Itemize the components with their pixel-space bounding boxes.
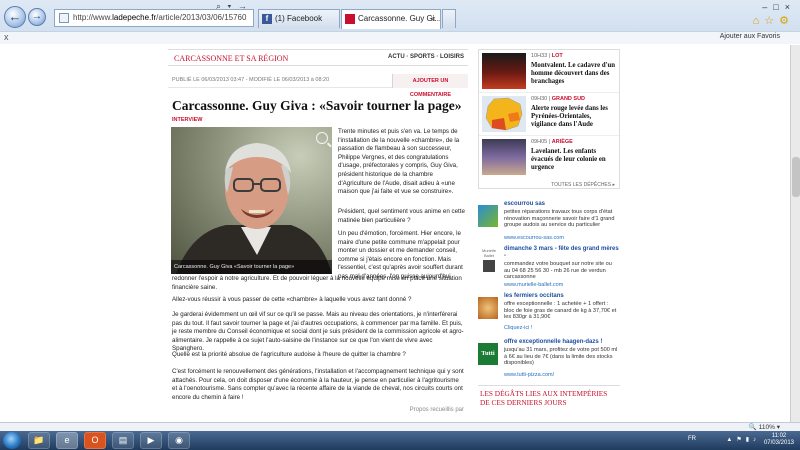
news-item[interactable]: 10H33 | LOT Montvalent. Le cadavre d'un …	[479, 50, 619, 93]
publish-date: PUBLIÉ LE 06/03/2013 03:47 - MODIFIÉ LE …	[172, 77, 330, 83]
article-photo[interactable]: Carcassonne. Guy Giva «Savoir tourner la…	[171, 127, 332, 274]
news-item[interactable]: 09H30 | GRAND SUD Alerte rouge levée dan…	[479, 93, 619, 136]
ad-url[interactable]: www.murielle-ballet.com	[504, 282, 563, 288]
section-bar: CARCASSONNE ET SA RÉGION ACTU · SPORTS ·…	[168, 49, 468, 66]
escourrou-logo	[478, 205, 498, 227]
ad-text: commandez votre bouquet sur notre site o…	[504, 261, 612, 281]
page-content: CARCASSONNE ET SA RÉGION ACTU · SPORTS ·…	[0, 45, 790, 422]
france-map-icon	[485, 97, 523, 131]
taskbar: 📁 e O ▤ ▶ ◉ FR ▲⚑▮♪ 11:02 07/03/2013	[0, 431, 800, 450]
tab-facebook[interactable]: f (1) Facebook	[258, 9, 340, 28]
ad-title[interactable]: offre exceptionnelle haagen-dazs !	[504, 339, 602, 345]
promo-box[interactable]: LES DÉGÂTS LIES AUX INTEMPÉRIES DE CES D…	[478, 385, 620, 422]
tab-carcassonne[interactable]: Carcassonne. Guy Gi... ×	[341, 9, 441, 29]
back-button[interactable]: ←	[4, 6, 26, 28]
photo-caption: Carcassonne. Guy Giva «Savoir tourner la…	[171, 260, 332, 274]
news-item[interactable]: 09H05 | ARIÈGE Lavelanet. Les enfants év…	[479, 136, 619, 179]
vertical-scrollbar[interactable]	[790, 45, 800, 422]
ad-murielle-ballet[interactable]: Murielle Ballet dimanche 3 mars - fête d…	[478, 246, 620, 290]
app-icon[interactable]: ◉	[168, 432, 190, 449]
tab-label: Carcassonne. Guy Gi...	[358, 14, 441, 23]
section-title[interactable]: CARCASSONNE ET SA RÉGION	[174, 54, 288, 63]
new-tab-button[interactable]	[442, 9, 456, 28]
article-headline: Carcassonne. Guy Giva : «Savoir tourner …	[172, 98, 462, 113]
promo-title[interactable]: LES DÉGÂTS LIES AUX INTEMPÉRIES DE CES D…	[480, 389, 618, 407]
question-3: Quelle est la priorité absolue de l'agri…	[172, 351, 406, 358]
news-title[interactable]: Montvalent. Le cadavre d'un homme découv…	[531, 62, 617, 86]
ad-text: petites réparations travaux tous corps d…	[504, 209, 615, 229]
news-title[interactable]: Alerte rouge levée dans les Pyrénées-Ori…	[531, 105, 617, 129]
media-icon[interactable]: ▶	[140, 432, 162, 449]
signature: Propos recueillis par	[409, 407, 464, 413]
portrait-illustration	[176, 143, 332, 274]
zoom-level[interactable]: 🔍 110% ▾	[749, 423, 780, 431]
status-bar: 🔍 110% ▾	[0, 422, 800, 431]
question-2: Allez-vous réussir à vous passer de cett…	[172, 296, 412, 303]
forward-button[interactable]: →	[28, 8, 46, 26]
address-tools[interactable]: ⌕ ▾ →	[216, 1, 249, 12]
home-star-gear-icons[interactable]: ⌂☆⚙	[753, 14, 794, 27]
ad-url[interactable]: www.escourrou-sas.com	[504, 235, 564, 241]
tray-icons[interactable]: ▲⚑▮♪	[726, 436, 760, 443]
ad-title[interactable]: les fermiers occitans	[504, 293, 564, 299]
news-title[interactable]: Lavelanet. Les enfants évacués de leur c…	[531, 148, 617, 172]
ad-text: offre exceptionnelle : 1 achetée + 1 off…	[504, 301, 617, 321]
tutti-logo: Tutti	[478, 343, 498, 365]
foie-gras-image	[478, 297, 498, 319]
ad-url[interactable]: www.tutti-pizza.com/	[504, 372, 554, 378]
add-comment-button[interactable]: AJOUTER UN COMMENTAIRE	[392, 74, 468, 98]
language-indicator[interactable]: FR	[688, 436, 696, 442]
news-time: 09H30 | GRAND SUD	[531, 96, 586, 102]
ad-title[interactable]: dimanche 3 mars - fête des grand mères -	[504, 246, 619, 260]
internet-explorer-icon[interactable]: e	[56, 432, 78, 449]
tab-close-icon[interactable]: ×	[431, 10, 436, 28]
window-controls[interactable]: –□×	[762, 2, 796, 12]
news-thumbnail	[482, 53, 526, 89]
answer-1: Un peu d'émotion, forcément. Hier encore…	[338, 230, 463, 280]
ad-text: jusqu'au 31 mars, profitez de votre pot …	[504, 347, 618, 367]
clock-time: 11:02	[771, 433, 787, 439]
section-links[interactable]: ACTU · SPORTS · LOISIRS	[388, 54, 464, 60]
tab-label: (1) Facebook	[275, 14, 323, 23]
page-icon	[59, 13, 69, 23]
explorer-icon[interactable]: 📁	[28, 432, 50, 449]
news-thumbnail	[482, 139, 526, 175]
url-domain: ladepeche.fr	[112, 13, 157, 22]
article-kicker: INTERVIEW	[172, 117, 203, 123]
ad-escourrou[interactable]: escourrou sas petites réparations travau…	[478, 201, 620, 245]
all-news-link[interactable]: TOUTES LES DÉPÊCHES ▸	[551, 182, 615, 188]
url-path: /article/2013/03/06/15760	[156, 13, 247, 22]
folder-icon[interactable]: ▤	[112, 432, 134, 449]
murielle-ballet-logo: Murielle Ballet	[478, 248, 500, 274]
close-icon[interactable]: x	[4, 32, 9, 42]
news-time: 09H05 | ARIÈGE	[531, 139, 573, 145]
meta-bar: PUBLIÉ LE 06/03/2013 03:47 - MODIFIÉ LE …	[168, 74, 468, 98]
answer-3: C'est forcément le renouvellement des gé…	[172, 368, 464, 401]
ladepeche-icon	[345, 14, 355, 24]
clock[interactable]: 11:02 07/03/2013	[764, 433, 794, 447]
office-icon[interactable]: O	[84, 432, 106, 449]
add-favorite-button[interactable]: Ajouter aux Favoris	[720, 33, 780, 40]
news-time: 10H33 | LOT	[531, 53, 563, 59]
ad-url[interactable]: Cliquez-ici !	[504, 325, 532, 331]
scroll-thumb[interactable]	[792, 157, 800, 197]
answer-1-continued: redonner l'espoir à notre agriculture. E…	[172, 275, 462, 291]
ad-fermiers-occitans[interactable]: les fermiers occitans offre exceptionnel…	[478, 293, 620, 337]
ad-title[interactable]: escourrou sas	[504, 201, 545, 207]
browser-chrome: ← → http://www.ladepeche.fr/article/2013…	[0, 0, 800, 44]
url-prefix: http://www.	[73, 13, 113, 22]
zoom-icon[interactable]	[316, 132, 328, 144]
clock-date: 07/03/2013	[763, 440, 794, 446]
news-box: 10H33 | LOT Montvalent. Le cadavre d'un …	[478, 49, 620, 189]
question-1: Président, quel sentiment vous anime en …	[338, 208, 465, 224]
start-button[interactable]	[3, 432, 21, 449]
answer-2: Je garderai évidemment un œil vif sur ce…	[172, 311, 464, 353]
news-thumbnail	[482, 96, 526, 132]
favorites-bar: x Ajouter aux Favoris	[0, 31, 800, 44]
facebook-icon: f	[262, 14, 272, 24]
ad-tutti-pizza[interactable]: Tutti offre exceptionnelle haagen-dazs !…	[478, 339, 620, 383]
paragraph-intro: Trente minutes et puis s'en va. Le temps…	[338, 128, 460, 196]
